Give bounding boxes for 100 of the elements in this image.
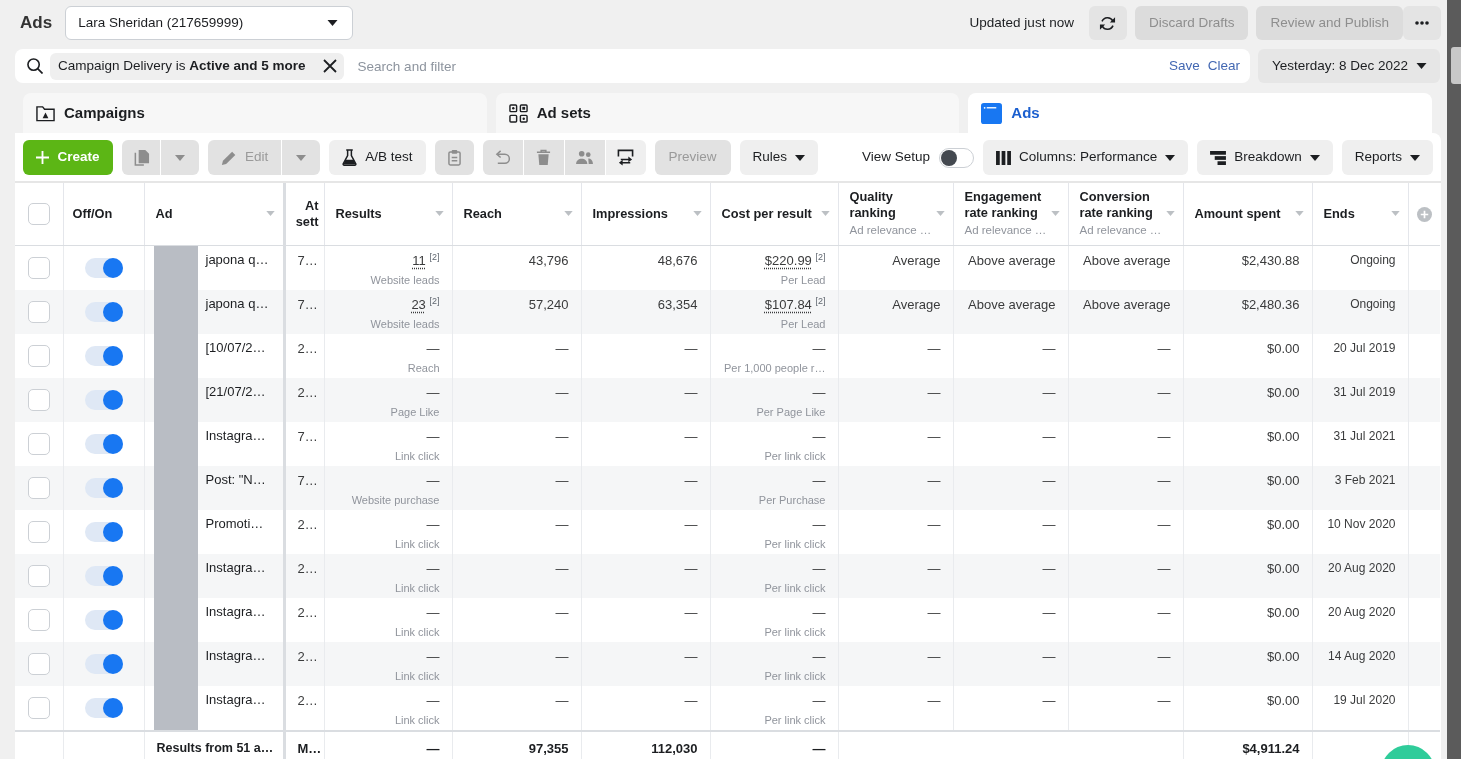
scrollbar[interactable] xyxy=(1447,0,1461,759)
flask-icon xyxy=(342,149,358,166)
ad-name[interactable]: japona q… xyxy=(205,250,269,290)
tab[interactable]: Ads xyxy=(968,93,1432,133)
column-header[interactable]: Reach xyxy=(452,183,581,245)
row-checkbox[interactable] xyxy=(27,696,50,719)
row-checkbox[interactable] xyxy=(27,256,50,279)
cost-type: Per link click xyxy=(764,668,826,683)
amount-spent: $0.00 xyxy=(1266,647,1300,665)
ab-test-button[interactable]: A/B test xyxy=(329,140,426,175)
plus-circle-icon[interactable] xyxy=(1416,206,1432,222)
column-header[interactable]: Ends xyxy=(1312,183,1408,245)
row-checkbox[interactable] xyxy=(27,520,50,543)
refresh-button[interactable] xyxy=(1088,6,1127,40)
row-checkbox[interactable] xyxy=(27,476,50,499)
impressions-value: — xyxy=(684,383,698,401)
caret-icon xyxy=(1050,211,1060,217)
column-header[interactable]: Results xyxy=(324,183,452,245)
dropdown-button[interactable] xyxy=(282,140,321,175)
column-header[interactable]: Quality ranking Ad relevance … xyxy=(838,183,953,245)
end-date: 20 Aug 2020 xyxy=(1328,559,1396,577)
quality-ranking: — xyxy=(927,647,941,665)
engagement-ranking: — xyxy=(1042,603,1056,621)
on-off-toggle[interactable] xyxy=(84,521,123,542)
more-button[interactable] xyxy=(1403,6,1441,40)
row-checkbox[interactable] xyxy=(27,344,50,367)
amount-spent: $0.00 xyxy=(1266,471,1300,489)
quality-ranking: Average xyxy=(892,295,941,313)
row-checkbox[interactable] xyxy=(27,608,50,631)
on-off-toggle[interactable] xyxy=(84,477,123,498)
on-off-toggle[interactable] xyxy=(84,697,123,718)
clear-link[interactable]: Clear xyxy=(1207,55,1240,77)
column-header[interactable]: Impressions xyxy=(581,183,710,245)
on-off-toggle[interactable] xyxy=(84,301,123,322)
end-date: Ongoing xyxy=(1350,251,1396,269)
reach-value: 43,796 xyxy=(528,251,569,269)
refresh-icon xyxy=(1099,14,1117,32)
reports-button[interactable]: Reports xyxy=(1341,140,1433,175)
result-value: — xyxy=(426,515,440,533)
stacked-bars-icon xyxy=(1210,150,1227,165)
result-type: Page Like xyxy=(390,404,440,419)
columns-button[interactable]: Columns: Performance xyxy=(983,140,1189,175)
cost-type: Per 1,000 people r… xyxy=(724,360,826,375)
engagement-ranking: Above average xyxy=(968,251,1056,269)
result-type: Reach xyxy=(407,360,440,375)
on-off-toggle[interactable] xyxy=(84,345,123,366)
select-all-checkbox[interactable] xyxy=(27,202,50,225)
column-header[interactable]: Amount spent xyxy=(1183,183,1312,245)
account-dropdown[interactable]: Lara Sheridan (217659999) xyxy=(65,6,354,40)
view-setup-toggle[interactable] xyxy=(939,147,975,168)
attribution-value: 2… xyxy=(297,692,318,708)
ad-name[interactable]: Promoti… xyxy=(205,514,264,554)
dropdown-button[interactable] xyxy=(161,140,199,175)
row-checkbox[interactable] xyxy=(27,388,50,411)
on-off-toggle[interactable] xyxy=(84,433,123,454)
on-off-toggle[interactable] xyxy=(84,653,123,674)
plus-icon xyxy=(36,151,50,164)
row-checkbox[interactable] xyxy=(27,652,50,675)
rules-button[interactable]: Rules xyxy=(739,140,819,175)
on-off-toggle[interactable] xyxy=(84,389,123,410)
page-title: Ads xyxy=(20,12,53,35)
row-checkbox[interactable] xyxy=(27,432,50,455)
quality-ranking: — xyxy=(927,471,941,489)
column-header[interactable]: Cost per result xyxy=(710,183,838,245)
ad-name[interactable]: Instagra… xyxy=(205,602,266,642)
end-date: 20 Aug 2020 xyxy=(1328,603,1396,621)
ad-name[interactable]: Instagra… xyxy=(205,426,266,466)
reach-value: 57,240 xyxy=(528,295,569,313)
ad-name[interactable]: Instagra… xyxy=(205,690,266,730)
on-off-toggle[interactable] xyxy=(84,257,123,278)
date-range-button[interactable]: Yesterday: 8 Dec 2022 xyxy=(1258,49,1440,83)
search-filter-field[interactable]: Campaign Delivery is Active and 5 more Search and filter Save Clear xyxy=(15,49,1250,83)
breakdown-button[interactable]: Breakdown xyxy=(1197,140,1333,175)
close-icon[interactable] xyxy=(322,59,337,73)
result-value: 11 $^{[2]}$ xyxy=(412,251,440,269)
on-off-toggle[interactable] xyxy=(84,609,123,630)
result-type: Link click xyxy=(394,712,440,727)
row-checkbox[interactable] xyxy=(27,564,50,587)
engagement-ranking: — xyxy=(1042,559,1056,577)
column-header[interactable]: Engagement rate ranking Ad relevance … xyxy=(953,183,1068,245)
row-checkbox[interactable] xyxy=(27,300,50,323)
cost-type: Per link click xyxy=(764,624,826,639)
column-header[interactable]: Conversion rate ranking Ad relevance … xyxy=(1068,183,1183,245)
more-icon xyxy=(1415,21,1429,25)
pencil-icon xyxy=(221,149,237,166)
column-header[interactable]: At sett xyxy=(284,183,324,245)
cost-type: Per link click xyxy=(764,580,826,595)
reach-value: — xyxy=(555,559,569,577)
column-header[interactable]: Off/On xyxy=(63,183,144,245)
quality-ranking: — xyxy=(927,427,941,445)
tab[interactable]: Ad sets xyxy=(495,93,960,133)
save-link[interactable]: Save xyxy=(1168,55,1200,77)
swap-button[interactable] xyxy=(605,140,646,175)
filter-chip[interactable]: Campaign Delivery is Active and 5 more xyxy=(50,52,344,80)
scrollbar-thumb[interactable] xyxy=(1451,47,1461,84)
ad-name[interactable]: [10/07/2… xyxy=(205,338,266,378)
on-off-toggle[interactable] xyxy=(84,565,123,586)
end-date: 20 Jul 2019 xyxy=(1333,339,1396,357)
tab[interactable]: Campaigns xyxy=(23,93,487,133)
caret-icon xyxy=(265,211,275,217)
